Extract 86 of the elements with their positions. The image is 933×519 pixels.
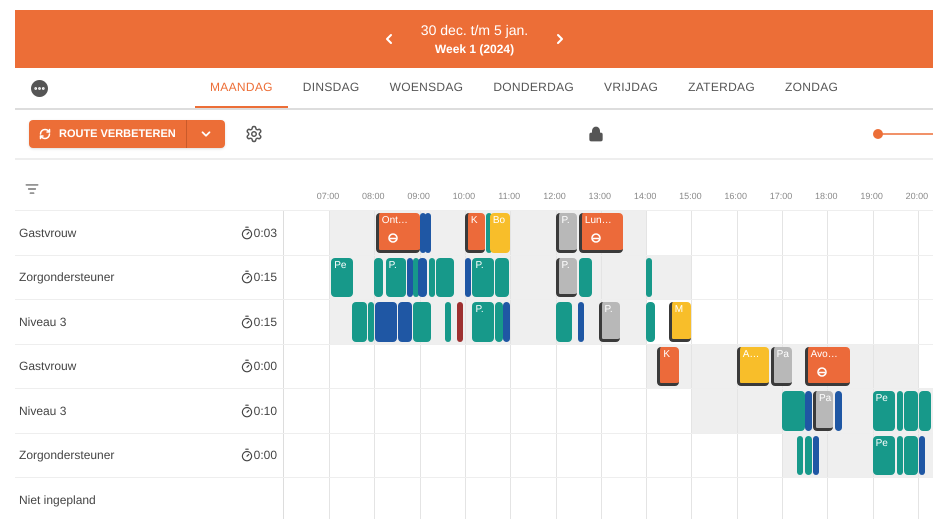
refresh-icon bbox=[39, 128, 51, 140]
visit-block[interactable]: Pe bbox=[872, 436, 896, 475]
employee-name: Gastvrouw bbox=[19, 358, 78, 376]
visit-block[interactable] bbox=[495, 258, 509, 297]
visit-block[interactable]: P. bbox=[386, 258, 406, 297]
employee-name: Niveau 3 bbox=[19, 402, 68, 420]
week-number: Week 1 (2024) bbox=[434, 41, 514, 58]
visit-block[interactable] bbox=[556, 302, 572, 342]
visit-block[interactable] bbox=[797, 436, 804, 475]
day-tab[interactable]: VRIJDAG bbox=[589, 68, 674, 108]
visit-block[interactable] bbox=[503, 302, 510, 342]
zoom-slider-drawing[interactable] bbox=[873, 128, 933, 140]
employee-name: Zorgondersteuner bbox=[19, 447, 116, 464]
visit-block[interactable] bbox=[805, 391, 812, 430]
employee-name: Gastvrouw bbox=[19, 224, 78, 242]
settings-icon[interactable] bbox=[244, 125, 263, 143]
visit-block[interactable]: P. bbox=[472, 258, 494, 297]
visit-block[interactable] bbox=[578, 302, 584, 342]
stopwatch-icon bbox=[240, 448, 254, 462]
visit-block[interactable] bbox=[398, 302, 412, 342]
day-tab[interactable]: DINSDAG bbox=[288, 68, 375, 108]
stopwatch-icon bbox=[240, 226, 254, 240]
hour-label: 18:00 bbox=[815, 190, 838, 203]
day-tab[interactable]: WOENSDAG bbox=[374, 68, 478, 108]
task-block[interactable]: A… bbox=[736, 346, 770, 386]
day-tab[interactable]: ZONDAG bbox=[770, 68, 854, 108]
hour-label: 08:00 bbox=[362, 190, 385, 203]
task-block[interactable]: M bbox=[668, 302, 692, 342]
travel-time: 0:15 bbox=[254, 269, 277, 286]
travel-time: 0:00 bbox=[254, 358, 277, 376]
travel-time: 0:10 bbox=[254, 402, 277, 420]
hour-label: 11:00 bbox=[498, 190, 520, 203]
task-block[interactable]: K bbox=[464, 213, 486, 252]
task-block[interactable]: Avo… bbox=[804, 346, 850, 386]
hour-label: 07:00 bbox=[316, 190, 340, 203]
task-block[interactable]: Ont… bbox=[376, 213, 420, 252]
hour-label: 15:00 bbox=[679, 190, 702, 203]
sort-icon[interactable] bbox=[25, 182, 39, 196]
visit-block[interactable] bbox=[646, 302, 656, 342]
visit-block[interactable] bbox=[436, 258, 454, 297]
employee-name: Niveau 3 bbox=[19, 314, 68, 331]
day-tab[interactable]: MAANDAG bbox=[195, 68, 288, 108]
stopwatch-icon bbox=[240, 404, 254, 418]
visit-block[interactable]: P. bbox=[472, 302, 494, 342]
visit-block[interactable]: Pe bbox=[872, 391, 896, 430]
task-block[interactable]: Pa bbox=[770, 346, 792, 386]
visit-block[interactable] bbox=[495, 302, 503, 342]
visit-block[interactable] bbox=[368, 302, 374, 342]
more-icon[interactable] bbox=[31, 80, 48, 96]
stopwatch-icon bbox=[240, 270, 254, 284]
hour-label: 20:00 bbox=[906, 190, 928, 203]
visit-block[interactable] bbox=[919, 391, 932, 430]
lock-icon[interactable] bbox=[588, 126, 604, 142]
visit-block[interactable] bbox=[412, 302, 431, 342]
visit-block[interactable] bbox=[457, 302, 464, 342]
employee-name: Zorgondersteuner bbox=[19, 269, 116, 286]
hour-label: 17:00 bbox=[770, 190, 792, 203]
hour-label: 19:00 bbox=[860, 190, 883, 203]
task-block[interactable]: P. bbox=[556, 258, 577, 297]
hour-label: 10:00 bbox=[452, 190, 476, 203]
week-range-title: 30 dec. t/m 5 jan. bbox=[420, 21, 528, 40]
hour-label: 13:00 bbox=[588, 190, 612, 203]
task-block[interactable]: P. bbox=[556, 213, 577, 252]
visit-block[interactable]: Pe bbox=[331, 258, 354, 297]
travel-time: 0:03 bbox=[254, 224, 277, 242]
hour-label: 14:00 bbox=[634, 190, 656, 203]
task-block[interactable]: K bbox=[657, 346, 679, 386]
travel-time: 0:15 bbox=[254, 314, 277, 331]
task-block[interactable]: Lun… bbox=[578, 213, 624, 252]
unplanned-label: Niet ingepland bbox=[19, 492, 96, 509]
visit-block[interactable] bbox=[919, 436, 926, 475]
visit-block[interactable] bbox=[374, 258, 384, 297]
visit-block[interactable] bbox=[904, 436, 918, 475]
stopwatch-icon bbox=[240, 314, 254, 329]
hour-label: 16:00 bbox=[724, 190, 747, 203]
visit-block[interactable] bbox=[418, 258, 428, 297]
task-block[interactable]: P. bbox=[598, 302, 620, 342]
visit-block[interactable] bbox=[646, 258, 652, 297]
day-tab[interactable]: ZATERDAG bbox=[673, 68, 770, 108]
task-block[interactable]: Pa bbox=[812, 391, 833, 430]
stopwatch-icon bbox=[240, 359, 254, 374]
travel-time: 0:00 bbox=[254, 447, 277, 464]
hour-label: 09:00 bbox=[407, 190, 430, 203]
day-tab[interactable]: DONDERDAG bbox=[478, 68, 590, 108]
hour-label: 12:00 bbox=[543, 190, 566, 203]
visit-block[interactable]: Bo bbox=[490, 213, 510, 252]
